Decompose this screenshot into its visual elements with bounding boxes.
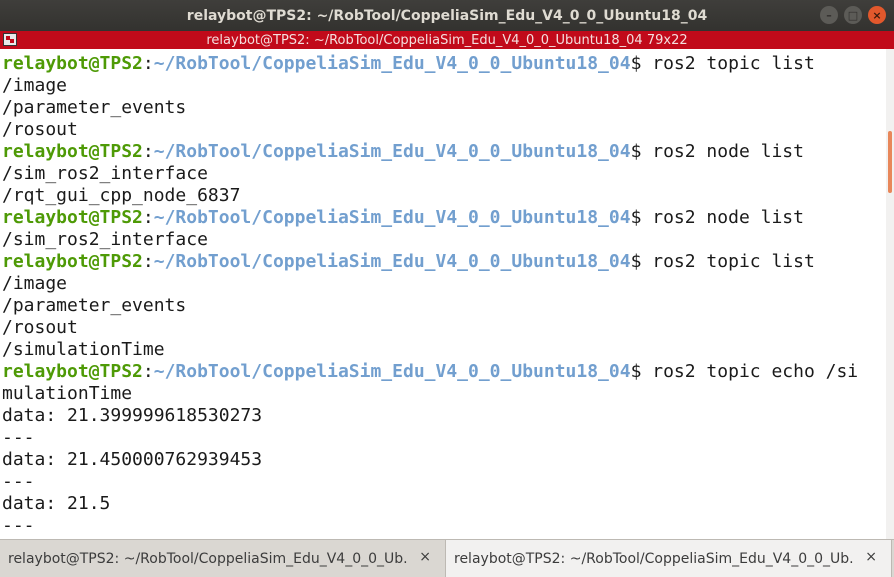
command-text: ros2 topic list <box>641 251 815 272</box>
command-text: ros2 node list <box>641 207 804 228</box>
output-line: /rosout <box>2 119 78 140</box>
prompt-path: ~/RobTool/CoppeliaSim_Edu_V4_0_0_Ubuntu1… <box>153 207 631 228</box>
prompt-separator: : <box>142 207 154 228</box>
output-line: /rqt_gui_cpp_node_6837 <box>2 185 241 206</box>
minimize-button[interactable]: – <box>820 6 838 24</box>
prompt-symbol: $ <box>630 361 642 382</box>
command-text: ros2 node list <box>641 141 804 162</box>
window-title: relaybot@TPS2: ~/RobTool/CoppeliaSim_Edu… <box>186 7 708 24</box>
prompt-line: relaybot@TPS2:~/RobTool/CoppeliaSim_Edu_… <box>0 361 886 383</box>
prompt-separator: : <box>142 251 154 272</box>
prompt-user: relaybot@TPS2 <box>2 251 143 272</box>
output-line: data: 21.399999618530273 <box>2 405 263 426</box>
screen-session-icon <box>3 33 17 46</box>
prompt-symbol: $ <box>630 207 642 228</box>
prompt-line: relaybot@TPS2:~/RobTool/CoppeliaSim_Edu_… <box>0 207 886 229</box>
output-line: --- <box>2 427 35 448</box>
terminal-output[interactable]: relaybot@TPS2:~/RobTool/CoppeliaSim_Edu_… <box>0 49 886 539</box>
prompt-separator: : <box>142 53 154 74</box>
output-line: /image <box>2 273 68 294</box>
prompt-separator: : <box>142 361 154 382</box>
prompt-path: ~/RobTool/CoppeliaSim_Edu_V4_0_0_Ubuntu1… <box>153 361 631 382</box>
prompt-line: relaybot@TPS2:~/RobTool/CoppeliaSim_Edu_… <box>0 53 886 75</box>
prompt-line: relaybot@TPS2:~/RobTool/CoppeliaSim_Edu_… <box>0 251 886 273</box>
terminal-title-bar: relaybot@TPS2: ~/RobTool/CoppeliaSim_Edu… <box>0 31 894 49</box>
maximize-button[interactable]: □ <box>844 6 862 24</box>
scrollbar-thumb[interactable] <box>888 131 892 193</box>
output-line: /simulationTime <box>2 339 165 360</box>
terminal-tab-bar: relaybot@TPS2: ~/RobTool/CoppeliaSim_Edu… <box>0 539 894 577</box>
prompt-user: relaybot@TPS2 <box>2 207 143 228</box>
tab-label: relaybot@TPS2: ~/RobTool/CoppeliaSim_Edu… <box>454 550 854 567</box>
terminal-scrollbar[interactable] <box>886 49 894 539</box>
command-text: ros2 topic list <box>641 53 815 74</box>
prompt-user: relaybot@TPS2 <box>2 141 143 162</box>
window-titlebar: relaybot@TPS2: ~/RobTool/CoppeliaSim_Edu… <box>0 0 894 31</box>
output-line: /rosout <box>2 317 78 338</box>
output-line: /sim_ros2_interface <box>2 229 208 250</box>
output-line: mulationTime <box>2 383 133 404</box>
output-line: /parameter_events <box>2 295 187 316</box>
prompt-symbol: $ <box>630 251 642 272</box>
output-line: data: 21.450000762939453 <box>2 449 263 470</box>
output-line: data: 21.5 <box>2 493 111 514</box>
prompt-user: relaybot@TPS2 <box>2 53 143 74</box>
terminal-tab[interactable]: relaybot@TPS2: ~/RobTool/CoppeliaSim_Edu… <box>0 540 446 577</box>
prompt-user: relaybot@TPS2 <box>2 361 143 382</box>
tab-label: relaybot@TPS2: ~/RobTool/CoppeliaSim_Edu… <box>8 550 408 567</box>
prompt-path: ~/RobTool/CoppeliaSim_Edu_V4_0_0_Ubuntu1… <box>153 251 631 272</box>
tab-close-icon[interactable]: × <box>419 549 431 565</box>
prompt-line: relaybot@TPS2:~/RobTool/CoppeliaSim_Edu_… <box>0 141 886 163</box>
prompt-separator: : <box>142 141 154 162</box>
tab-close-icon[interactable]: × <box>865 549 877 565</box>
prompt-path: ~/RobTool/CoppeliaSim_Edu_V4_0_0_Ubuntu1… <box>153 53 631 74</box>
output-line: /parameter_events <box>2 97 187 118</box>
prompt-symbol: $ <box>630 141 642 162</box>
terminal-tab-active[interactable]: relaybot@TPS2: ~/RobTool/CoppeliaSim_Edu… <box>446 540 892 577</box>
close-button[interactable]: × <box>868 6 886 24</box>
window-controls: – □ × <box>820 6 886 24</box>
command-text: ros2 topic echo /si <box>641 361 859 382</box>
output-line: --- <box>2 515 35 536</box>
output-line: --- <box>2 471 35 492</box>
output-line: /sim_ros2_interface <box>2 163 208 184</box>
prompt-path: ~/RobTool/CoppeliaSim_Edu_V4_0_0_Ubuntu1… <box>153 141 631 162</box>
prompt-symbol: $ <box>630 53 642 74</box>
terminal-title: relaybot@TPS2: ~/RobTool/CoppeliaSim_Edu… <box>206 32 688 48</box>
output-line: /image <box>2 75 68 96</box>
